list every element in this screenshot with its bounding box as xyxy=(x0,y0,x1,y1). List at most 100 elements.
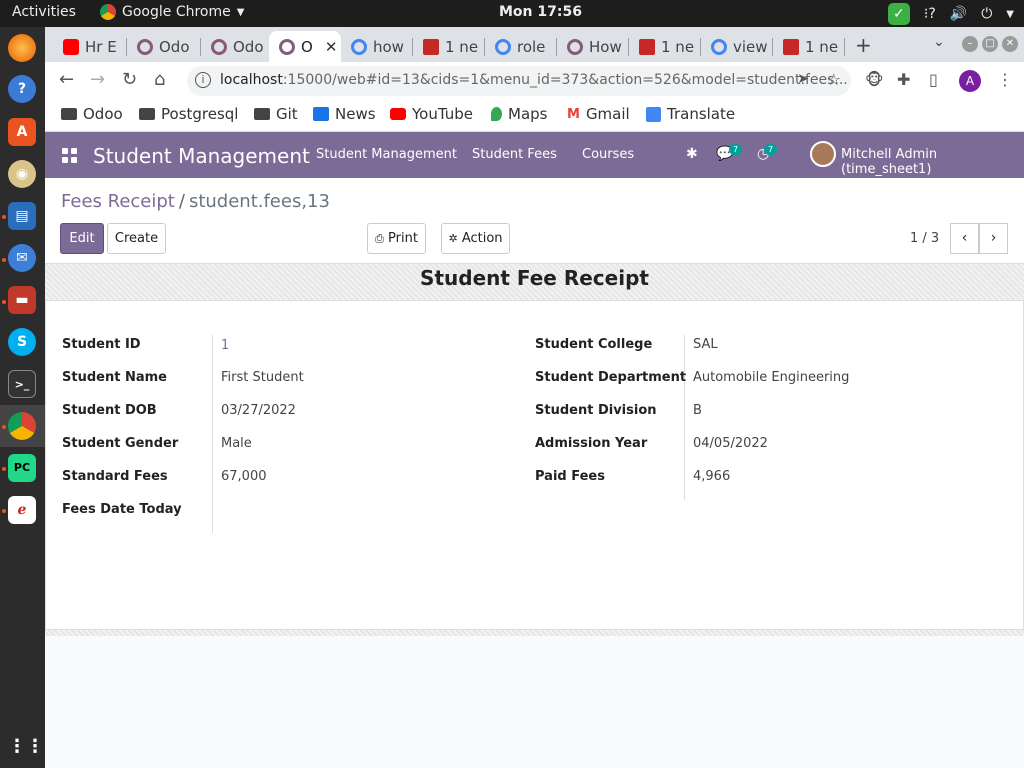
profile-avatar[interactable]: A xyxy=(959,70,981,92)
archive-icon[interactable]: ▬ xyxy=(8,286,36,314)
thunderbird-icon[interactable]: ✉ xyxy=(8,244,36,272)
apps-grid-icon[interactable] xyxy=(62,148,77,163)
field-student-id: Student ID 1 xyxy=(62,337,512,370)
browser-tab[interactable]: how xyxy=(341,31,411,62)
bookmark-translate[interactable]: Translate xyxy=(646,105,735,123)
side-panel-icon[interactable]: ▯ xyxy=(929,70,938,89)
codegrepper-icon xyxy=(423,38,439,55)
tab-search-chevron-icon[interactable]: ⌄ xyxy=(933,34,945,50)
codegrepper-icon xyxy=(639,38,655,55)
menu-courses[interactable]: Courses xyxy=(582,147,634,162)
software-icon[interactable]: A xyxy=(8,118,36,146)
close-window-button[interactable]: ✕ xyxy=(1002,36,1018,52)
bookmark-youtube[interactable]: YouTube xyxy=(390,105,473,123)
bookmark-news[interactable]: News xyxy=(313,105,376,123)
activities-button[interactable]: Activities xyxy=(12,4,76,20)
home-icon[interactable]: ⌂ xyxy=(154,69,165,90)
bookmark-maps[interactable]: Maps xyxy=(491,105,547,123)
network-icon: ⁝? xyxy=(923,6,936,22)
browser-tab-active[interactable]: O ✕ xyxy=(269,31,341,62)
document-icon[interactable]: ▤ xyxy=(8,202,36,230)
bookmark-star-icon[interactable]: ☆ xyxy=(827,70,841,89)
chrome-icon xyxy=(100,4,116,20)
url-text[interactable]: localhost:15000/web#id=13&cids=1&menu_id… xyxy=(220,72,848,88)
browser-tab[interactable]: How xyxy=(557,31,627,62)
odoo-navbar: Student Management Student Management St… xyxy=(45,132,1024,178)
field-label: Standard Fees xyxy=(62,469,168,484)
tab-separator xyxy=(844,38,845,56)
menu-student-management[interactable]: Student Management xyxy=(316,147,457,162)
browser-tab[interactable]: 1 ne xyxy=(629,31,699,62)
breadcrumb-parent[interactable]: Fees Receipt xyxy=(61,191,175,212)
clock[interactable]: Mon 17:56 xyxy=(499,4,582,20)
browser-tab[interactable]: Odo xyxy=(201,31,269,62)
new-tab-button[interactable]: + xyxy=(855,33,872,57)
close-tab-icon[interactable]: ✕ xyxy=(325,38,338,56)
running-indicator xyxy=(2,425,6,429)
maps-pin-icon xyxy=(491,107,502,121)
action-button[interactable]: ✲ Action xyxy=(441,223,510,254)
breadcrumb-current: student.fees,13 xyxy=(188,191,330,212)
field-label: Student DOB xyxy=(62,403,157,418)
show-apps-icon[interactable]: ⋮⋮ xyxy=(8,733,44,761)
puzzle-extension-icon[interactable]: ✚ xyxy=(897,70,910,89)
bookmark-odoo[interactable]: Odoo xyxy=(61,105,123,123)
running-indicator xyxy=(2,215,6,219)
browser-tab[interactable]: role xyxy=(485,31,555,62)
rhythmbox-icon[interactable]: ◉ xyxy=(8,160,36,188)
help-icon[interactable]: ? xyxy=(8,75,36,103)
skype-icon[interactable]: S xyxy=(8,328,36,356)
bookmark-gmail[interactable]: M Gmail xyxy=(567,105,630,123)
app-brand[interactable]: Student Management xyxy=(93,144,310,168)
edit-button[interactable]: Edit xyxy=(60,223,104,254)
create-button[interactable]: Create xyxy=(107,223,166,254)
print-button[interactable]: ⎙ Print xyxy=(367,223,426,254)
send-tab-icon[interactable]: ➤ xyxy=(797,71,809,87)
bug-icon[interactable]: ✱ xyxy=(686,146,698,162)
check-icon[interactable]: ✓ xyxy=(887,3,910,25)
field-value[interactable]: 1 xyxy=(221,338,229,353)
monkey-extension-icon[interactable]: 🐵 xyxy=(865,70,884,89)
firefox-icon[interactable] xyxy=(8,34,36,62)
user-avatar[interactable] xyxy=(810,141,836,167)
user-menu[interactable]: Mitchell Admin (time_sheet1) xyxy=(841,147,1024,177)
bookmark-git[interactable]: Git xyxy=(254,105,298,123)
minimize-button[interactable]: – xyxy=(962,36,978,52)
odoo-icon xyxy=(211,38,227,55)
terminal-icon[interactable]: >_ xyxy=(8,370,36,398)
browser-tab[interactable]: 1 ne xyxy=(773,31,843,62)
pager-value[interactable]: 1 / 3 xyxy=(910,231,939,246)
field-label: Admission Year xyxy=(535,436,648,451)
site-info-icon[interactable]: i xyxy=(195,72,211,88)
odoo-icon xyxy=(137,38,153,55)
forward-arrow-icon[interactable]: → xyxy=(90,69,105,90)
codegrepper-icon xyxy=(783,38,799,55)
kebab-menu-icon[interactable]: ⋮ xyxy=(997,70,1013,89)
breadcrumb-separator: / xyxy=(178,191,185,212)
system-tray[interactable]: ✓ ⁝? 🔊 ⏻ ▼ xyxy=(887,3,1014,25)
browser-tab[interactable]: Odo xyxy=(127,31,199,62)
reload-icon[interactable]: ↻ xyxy=(122,69,137,90)
field-student-name: Student Name First Student xyxy=(62,370,512,403)
back-arrow-icon[interactable]: ← xyxy=(59,69,74,90)
menu-student-fees[interactable]: Student Fees xyxy=(472,147,557,162)
field-student-dob: Student DOB 03/27/2022 xyxy=(62,403,512,436)
chrome-icon[interactable] xyxy=(8,412,36,440)
address-bar[interactable]: i localhost:15000/web#id=13&cids=1&menu_… xyxy=(187,66,851,96)
browser-tab[interactable]: view xyxy=(701,31,771,62)
form-title: Student Fee Receipt xyxy=(420,266,649,290)
pycharm-icon[interactable]: PC xyxy=(8,454,36,482)
gnome-top-bar: Activities Google Chrome ▼ Mon 17:56 ✓ ⁝… xyxy=(0,0,1024,27)
app-menu[interactable]: Google Chrome ▼ xyxy=(100,4,244,20)
app-name: Google Chrome xyxy=(122,4,231,20)
browser-toolbar: ← → ↻ ⌂ i localhost:15000/web#id=13&cids… xyxy=(45,62,1024,100)
bookmark-postgresql[interactable]: Postgresql xyxy=(139,105,238,123)
pager-next-button[interactable]: › xyxy=(979,223,1008,254)
pager-previous-button[interactable]: ‹ xyxy=(950,223,979,254)
maximize-button[interactable]: □ xyxy=(982,36,998,52)
field-standard-fees: Standard Fees 67,000 xyxy=(62,469,512,502)
breadcrumb: Fees Receipt / student.fees,13 xyxy=(61,191,330,212)
browser-tab[interactable]: 1 ne xyxy=(413,31,483,62)
browser-tab[interactable]: Hr E xyxy=(53,31,125,62)
editor-icon[interactable]: ℯ xyxy=(8,496,36,524)
